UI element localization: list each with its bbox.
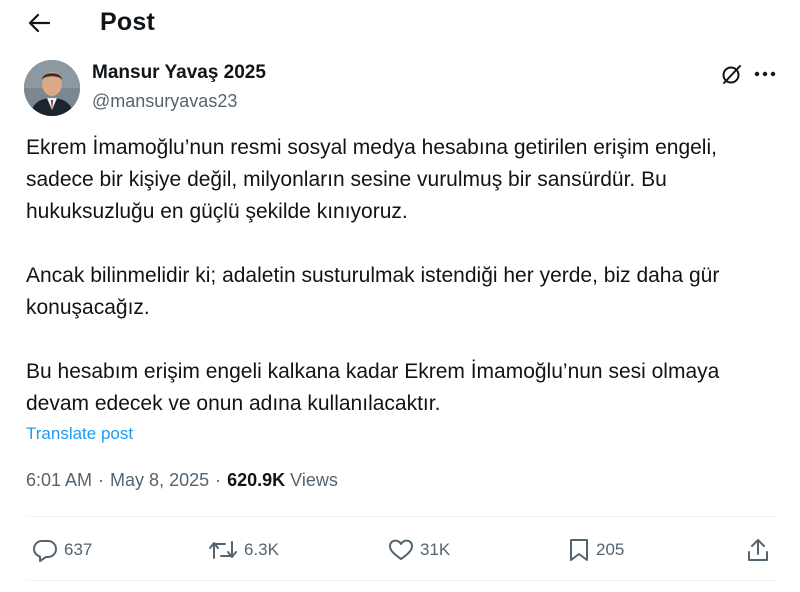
top-bar: Post xyxy=(0,0,800,48)
reply-button[interactable]: 637 xyxy=(32,535,92,565)
back-button[interactable] xyxy=(26,10,52,36)
repost-icon xyxy=(209,541,237,559)
repost-button[interactable]: 6.3K xyxy=(208,535,279,565)
post-paragraph: Ekrem İmamoğlu’nun resmi sosyal medya he… xyxy=(26,136,717,223)
reply-count: 637 xyxy=(64,540,93,559)
bookmark-icon xyxy=(570,539,588,561)
author-handle[interactable]: @mansuryavas23 xyxy=(92,91,237,112)
divider xyxy=(26,580,776,581)
views-label: Views xyxy=(290,470,338,490)
share-icon xyxy=(748,539,768,561)
reply-icon xyxy=(33,540,57,562)
repost-count: 6.3K xyxy=(244,540,279,559)
post-meta: 6:01 AM · May 8, 2025 · 620.9K Views xyxy=(26,470,338,491)
avatar-image xyxy=(24,60,80,116)
post-text: Ekrem İmamoğlu’nun resmi sosyal medya he… xyxy=(26,132,786,420)
arrow-left-icon xyxy=(28,13,50,33)
meta-separator: · xyxy=(215,470,222,490)
meta-separator: · xyxy=(98,470,105,490)
post-date[interactable]: May 8, 2025 xyxy=(110,470,209,491)
like-count: 31K xyxy=(420,540,451,559)
post-paragraph: Bu hesabım erişim engeli kalkana kadar E… xyxy=(26,360,720,415)
avatar[interactable] xyxy=(24,60,80,116)
share-button[interactable] xyxy=(746,535,770,565)
grok-icon[interactable] xyxy=(718,60,746,88)
views-count: 620.9K xyxy=(227,470,286,490)
author-name[interactable]: Mansur Yavaş 2025 xyxy=(92,62,266,84)
post-time[interactable]: 6:01 AM xyxy=(26,470,92,491)
divider xyxy=(26,516,776,517)
more-dots-icon[interactable] xyxy=(752,62,778,86)
bookmark-count: 205 xyxy=(596,540,625,559)
like-button[interactable]: 31K xyxy=(388,535,450,565)
translate-post-link[interactable]: Translate post xyxy=(26,424,133,444)
post-paragraph: Ancak bilinmelidir ki; adaletin susturul… xyxy=(26,264,720,319)
heart-icon xyxy=(389,539,413,560)
page-title: Post xyxy=(100,8,155,36)
bookmark-button[interactable]: 205 xyxy=(568,535,624,565)
